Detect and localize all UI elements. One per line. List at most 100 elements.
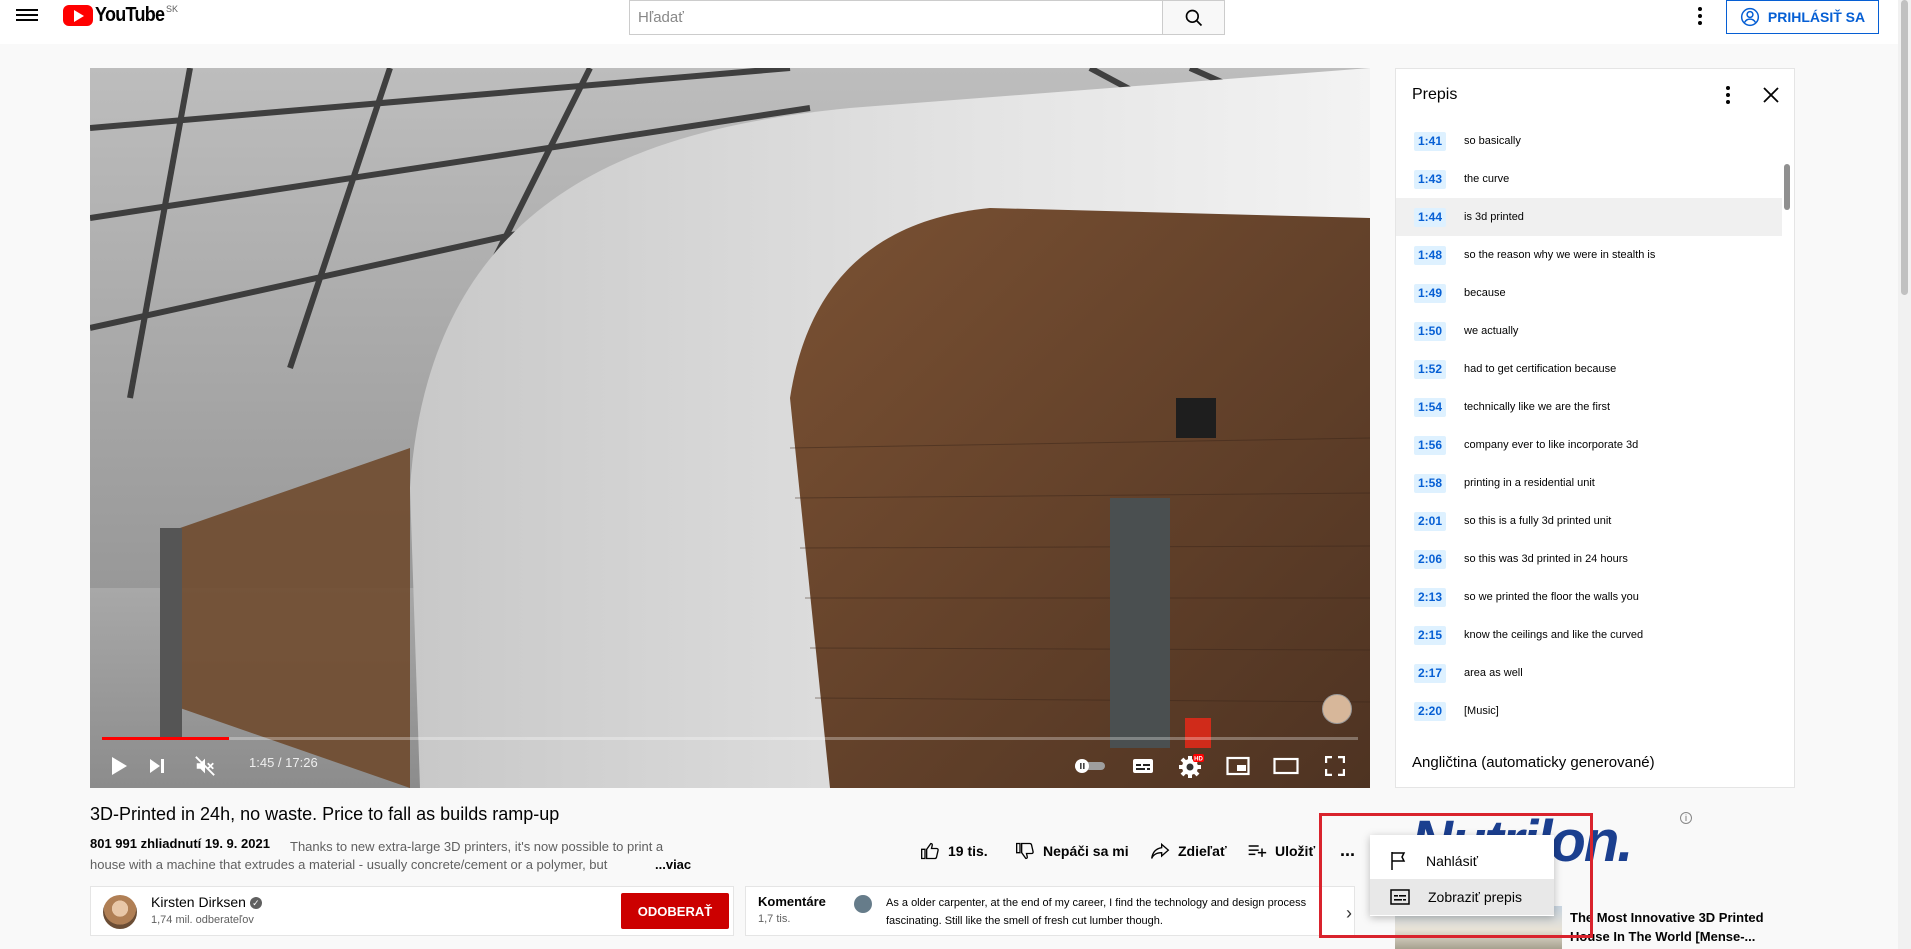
volume-muted-icon xyxy=(195,756,215,776)
theater-mode-button[interactable] xyxy=(1271,751,1301,781)
dislike-button[interactable]: Nepáči sa mi xyxy=(1015,840,1129,862)
transcript-timestamp: 1:44 xyxy=(1414,207,1446,227)
transcript-timestamp: 2:15 xyxy=(1414,625,1446,645)
next-button[interactable] xyxy=(142,751,172,781)
sign-in-button[interactable]: PRIHLÁSIŤ SA xyxy=(1726,0,1879,34)
autoplay-toggle[interactable] xyxy=(1072,751,1108,781)
transcript-text: [Music] xyxy=(1464,705,1499,717)
comments-count: 1,7 tis. xyxy=(758,913,791,925)
settings-menu-icon[interactable] xyxy=(1690,6,1710,26)
transcript-segment[interactable]: 2:15 know the ceilings and like the curve… xyxy=(1396,616,1782,654)
like-button[interactable]: 19 tis. xyxy=(920,840,988,862)
more-actions-menu: Nahlásiť Zobraziť prepis xyxy=(1370,835,1554,916)
more-actions-button[interactable]: ... xyxy=(1340,840,1355,861)
transcript-language-select[interactable]: Angličtina (automaticky generované) xyxy=(1412,754,1655,771)
transcript-timestamp: 2:13 xyxy=(1414,587,1446,607)
transcript-segment[interactable]: 1:52 had to get certification because xyxy=(1396,350,1782,388)
close-icon[interactable] xyxy=(1761,85,1781,105)
top-comment-text: As a older carpenter, at the end of my c… xyxy=(886,897,1307,927)
menu-item-report-label: Nahlásiť xyxy=(1426,853,1478,869)
transcript-text: area as well xyxy=(1464,667,1523,679)
transcript-segment[interactable]: 1:43 the curve xyxy=(1396,160,1782,198)
transcript-timestamp: 2:06 xyxy=(1414,549,1446,569)
settings-button[interactable]: HD xyxy=(1176,751,1206,781)
play-button[interactable] xyxy=(104,751,134,781)
transcript-segment[interactable]: 1:58 printing in a residential unit xyxy=(1396,464,1782,502)
transcript-segment[interactable]: 1:48 so the reason why we were in stealth… xyxy=(1396,236,1782,274)
transcript-timestamp: 2:01 xyxy=(1414,511,1446,531)
subscriber-count: 1,74 mil. odberateľov xyxy=(151,914,254,926)
channel-avatar[interactable] xyxy=(103,895,137,929)
transcript-timestamp: 1:56 xyxy=(1414,435,1446,455)
transcript-text: is 3d printed xyxy=(1464,211,1524,223)
miniplayer-button[interactable] xyxy=(1223,751,1253,781)
gear-icon: HD xyxy=(1179,754,1204,778)
video-player[interactable]: 1:45 / 17:26 HD xyxy=(90,68,1370,788)
transcript-segment[interactable]: 1:41 so basically xyxy=(1396,122,1782,160)
info-icon[interactable]: i xyxy=(1680,812,1692,824)
channel-watermark-avatar[interactable] xyxy=(1322,694,1352,724)
transcript-text: so this is a fully 3d printed unit xyxy=(1464,515,1612,527)
transcript-segment[interactable]: 2:17 area as well xyxy=(1396,654,1782,692)
subscribe-button[interactable]: ODOBERAŤ xyxy=(621,893,729,929)
mute-button[interactable] xyxy=(190,751,220,781)
flag-icon xyxy=(1391,852,1406,870)
subtitles-button[interactable] xyxy=(1128,751,1158,781)
transcript-timestamp: 2:17 xyxy=(1414,663,1446,683)
show-more-link[interactable]: ...viac xyxy=(655,857,691,872)
comments-title: Komentáre xyxy=(758,894,826,909)
search-button[interactable] xyxy=(1162,1,1224,34)
transcript-text: we actually xyxy=(1464,325,1519,337)
share-icon xyxy=(1151,842,1170,859)
transcript-panel: Prepis 1:41 so basically 1:43 the curve 1:44… xyxy=(1395,68,1795,788)
transcript-text: company ever to like incorporate 3d xyxy=(1464,439,1639,451)
video-frame xyxy=(90,68,1370,788)
transcript-segment[interactable]: 2:01 so this is a fully 3d printed unit xyxy=(1396,502,1782,540)
transcript-segment[interactable]: 2:20 [Music] xyxy=(1396,692,1782,730)
transcript-timestamp: 1:50 xyxy=(1414,321,1446,341)
sign-in-label: PRIHLÁSIŤ SA xyxy=(1767,9,1866,25)
time-display: 1:45 / 17:26 xyxy=(249,755,318,770)
menu-item-show-transcript[interactable]: Zobraziť prepis xyxy=(1370,879,1554,915)
transcript-text: printing in a residential unit xyxy=(1464,477,1595,489)
share-button[interactable]: Zdieľať xyxy=(1150,840,1227,862)
save-button[interactable]: Uložiť xyxy=(1247,840,1315,862)
transcript-segment[interactable]: 1:50 we actually xyxy=(1396,312,1782,350)
transcript-segment[interactable]: 2:13 so we printed the floor the walls yo… xyxy=(1396,578,1782,616)
search-input[interactable] xyxy=(630,1,1162,34)
transcript-timestamp: 1:54 xyxy=(1414,397,1446,417)
transcript-text: the curve xyxy=(1464,173,1510,185)
transcript-segment[interactable]: 1:56 company ever to like incorporate 3d xyxy=(1396,426,1782,464)
progress-bar[interactable] xyxy=(102,737,1358,740)
transcript-segment[interactable]: 2:06 so this was 3d printed in 24 hours xyxy=(1396,540,1782,578)
dislike-label: Nepáči sa mi xyxy=(1043,843,1129,859)
transcript-segment[interactable]: 1:44 is 3d printed xyxy=(1396,198,1782,236)
transcript-text: so we printed the floor the walls you xyxy=(1464,591,1639,603)
page-scrollbar[interactable] xyxy=(1898,0,1911,949)
transcript-text: technically like we are the first xyxy=(1464,401,1611,413)
transcript-text: because xyxy=(1464,287,1506,299)
subtitles-icon xyxy=(1133,759,1153,773)
transcript-menu-icon[interactable] xyxy=(1718,83,1738,107)
transcript-segment[interactable]: 1:49 because xyxy=(1396,274,1782,312)
recommended-title[interactable]: The Most Innovative 3D Printed House In … xyxy=(1570,908,1785,946)
menu-item-report[interactable]: Nahlásiť xyxy=(1370,843,1554,879)
fullscreen-icon xyxy=(1325,756,1345,776)
channel-name[interactable]: Kirsten Dirksen xyxy=(151,894,246,910)
chevron-right-icon[interactable]: › xyxy=(1346,903,1352,924)
transcript-timestamp: 1:49 xyxy=(1414,283,1446,303)
channel-name-row: Kirsten Dirksen ✓ xyxy=(151,894,262,910)
comments-teaser[interactable]: Komentáre 1,7 tis. As a older carpenter,… xyxy=(745,886,1355,936)
share-label: Zdieľať xyxy=(1178,843,1227,859)
svg-text:HD: HD xyxy=(1194,757,1203,763)
page-scrollbar-thumb[interactable] xyxy=(1901,0,1908,295)
like-count: 19 tis. xyxy=(948,843,988,859)
transcript-segment[interactable]: 1:54 technically like we are the first xyxy=(1396,388,1782,426)
transcript-scrollbar[interactable] xyxy=(1784,164,1790,210)
youtube-play-icon xyxy=(63,5,93,26)
fullscreen-button[interactable] xyxy=(1320,751,1350,781)
thumbs-up-icon xyxy=(921,842,939,860)
transcript-title: Prepis xyxy=(1412,86,1458,103)
youtube-logo[interactable]: YouTube SK xyxy=(63,4,178,27)
menu-icon[interactable] xyxy=(16,6,38,24)
